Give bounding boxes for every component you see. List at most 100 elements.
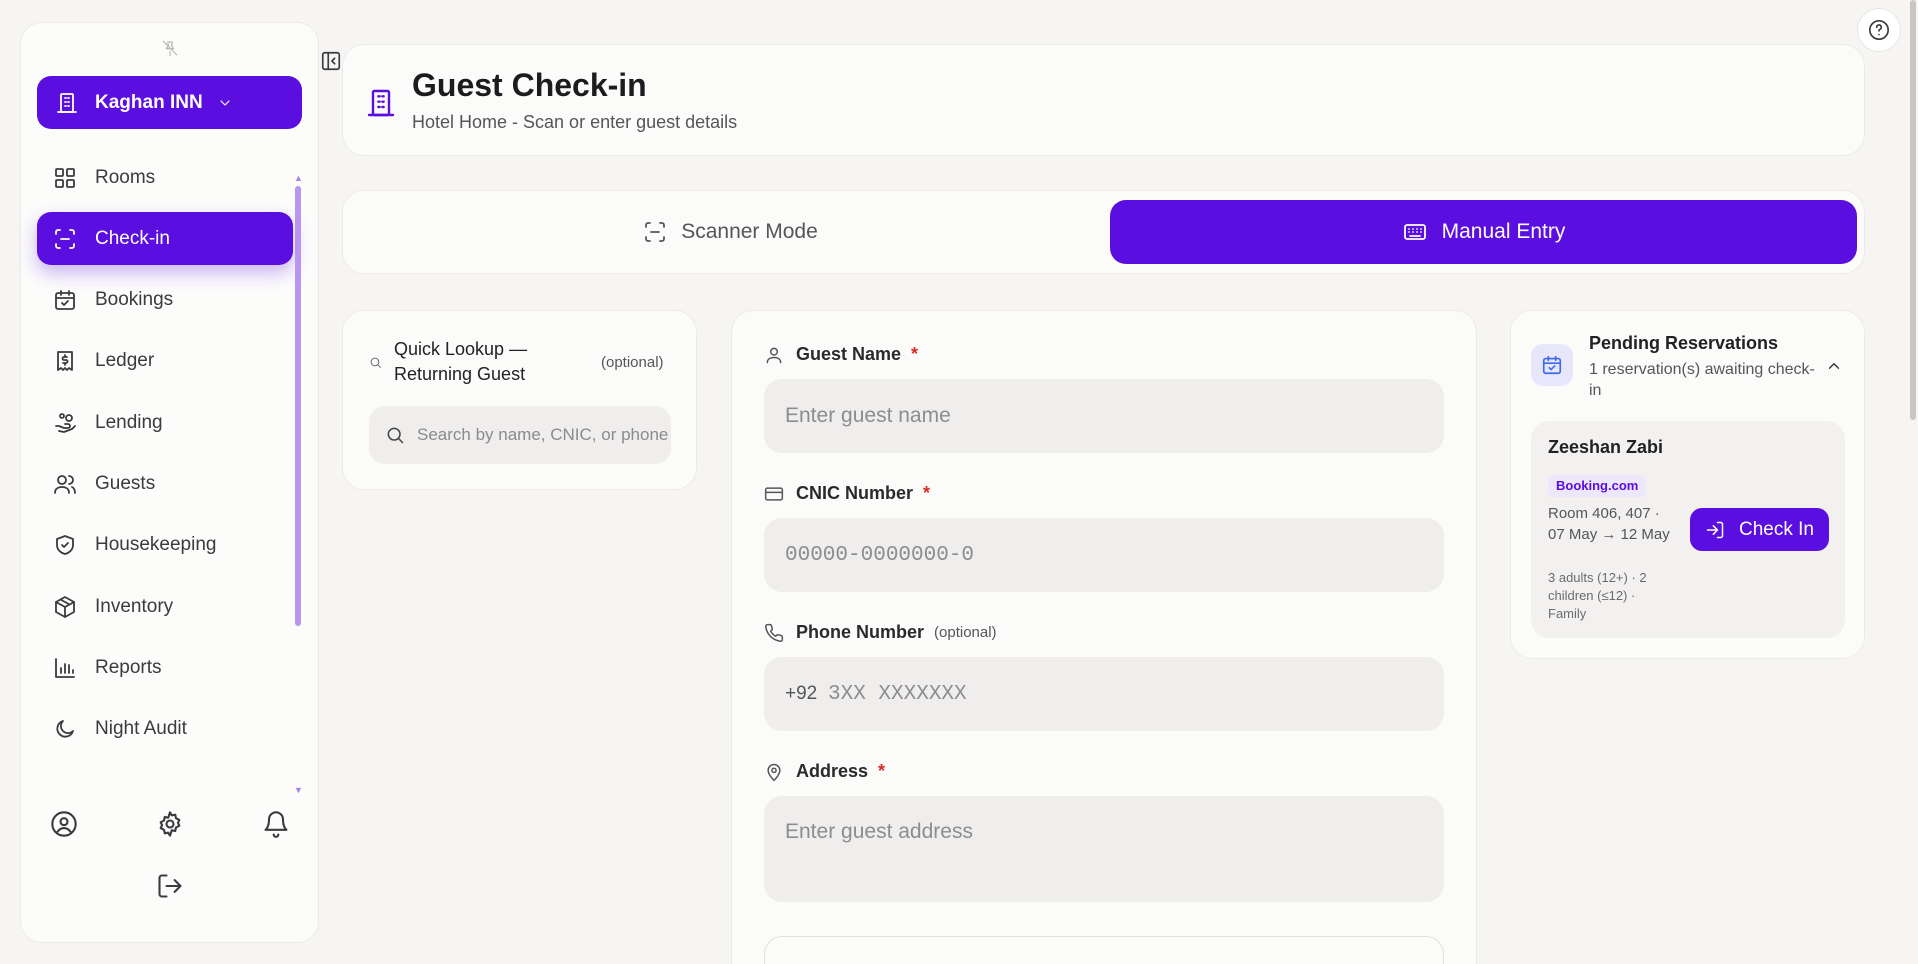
id-card-icon xyxy=(764,484,784,504)
sidebar-item-label: Guests xyxy=(95,472,156,494)
address-label: Address * xyxy=(764,761,885,782)
guest-name-label: Guest Name * xyxy=(764,344,918,365)
sidebar-item-housekeeping[interactable]: Housekeeping xyxy=(37,519,293,572)
sidebar-item-label: Inventory xyxy=(95,595,174,617)
scanner-mode-label: Scanner Mode xyxy=(681,220,818,243)
address-label-text: Address xyxy=(796,761,869,781)
sidebar-nav: Rooms Check-in Bookings Ledger Lending G… xyxy=(37,151,293,764)
phone-prefix: +92 xyxy=(785,683,818,704)
chevron-up-icon[interactable] xyxy=(1825,357,1843,375)
hotel-icon xyxy=(365,87,397,119)
sidebar-item-guests[interactable]: Guests xyxy=(37,457,293,510)
help-icon[interactable] xyxy=(1857,8,1901,52)
scroll-down-icon[interactable]: ▼ xyxy=(294,785,303,795)
unpin-icon[interactable] xyxy=(161,39,179,57)
cnic-label: CNIC Number * xyxy=(764,483,930,504)
package-icon xyxy=(53,595,77,619)
cnic-label-text: CNIC Number xyxy=(796,483,914,503)
keyboard-icon xyxy=(1402,220,1428,244)
hand-coins-icon xyxy=(53,411,77,435)
user-profile-icon[interactable] xyxy=(50,810,78,838)
page-header: Guest Check-in Hotel Home - Scan or ente… xyxy=(342,44,1865,156)
phone-input[interactable] xyxy=(764,657,1444,731)
required-marker: * xyxy=(911,344,919,364)
reservation-card: Zeeshan Zabi Booking.com Room 406, 407 ·… xyxy=(1531,421,1845,638)
reservation-guests: 3 adults (12+) · 2 children (≤12) · Fami… xyxy=(1548,570,1647,621)
sidebar-item-label: Lending xyxy=(95,411,163,433)
pending-reservations-card: Pending Reservations 1 reservation(s) aw… xyxy=(1510,310,1865,659)
sidebar-item-label: Check-in xyxy=(95,227,170,249)
hotel-name: Kaghan INN xyxy=(95,91,203,113)
manual-entry-button[interactable]: Manual Entry xyxy=(1110,200,1857,264)
bell-icon[interactable] xyxy=(262,810,290,838)
sidebar-item-label: Ledger xyxy=(95,350,155,372)
reservation-guest-name: Zeeshan Zabi xyxy=(1548,437,1664,457)
moon-icon xyxy=(53,717,77,741)
reservation-details: Room 406, 407 · 07 May → 12 May xyxy=(1548,505,1670,543)
sidebar-item-label: Reports xyxy=(95,656,162,678)
sidebar-item-ledger[interactable]: Ledger xyxy=(37,335,293,388)
check-in-button[interactable]: Check In xyxy=(1690,508,1829,551)
sidebar-item-label: Housekeeping xyxy=(95,534,217,556)
sidebar-item-lending[interactable]: Lending xyxy=(37,396,293,449)
guest-name-label-text: Guest Name xyxy=(796,344,902,364)
pending-subtitle: 1 reservation(s) awaiting check-in xyxy=(1589,361,1815,399)
scan-icon xyxy=(643,220,667,244)
search-icon xyxy=(385,425,405,445)
sidebar-item-inventory[interactable]: Inventory xyxy=(37,580,293,633)
sidebar-item-check-in[interactable]: Check-in xyxy=(37,212,293,266)
quick-lookup-optional: (optional) xyxy=(601,354,664,371)
guest-name-input[interactable] xyxy=(764,379,1444,453)
page-title: Guest Check-in xyxy=(412,67,647,103)
sidebar-item-rooms[interactable]: Rooms xyxy=(37,151,293,204)
required-marker: * xyxy=(878,761,886,781)
hotel-switcher[interactable]: Kaghan INN xyxy=(37,76,302,129)
manual-entry-label: Manual Entry xyxy=(1441,220,1566,243)
guest-form: Guest Name * CNIC Number * Phone Number … xyxy=(731,310,1477,964)
page-subtitle: Hotel Home - Scan or enter guest details xyxy=(412,112,738,132)
phone-label-text: Phone Number xyxy=(796,622,925,642)
map-pin-icon xyxy=(764,762,784,782)
receipt-icon xyxy=(53,349,77,373)
scroll-up-icon[interactable]: ▲ xyxy=(294,173,303,183)
scanner-mode-button[interactable]: Scanner Mode xyxy=(353,200,1108,264)
sidebar-scrollbar[interactable] xyxy=(295,186,301,626)
scan-icon xyxy=(53,227,77,251)
mode-toggle: Scanner Mode Manual Entry xyxy=(342,190,1865,274)
optional-marker: (optional) xyxy=(934,624,997,641)
quick-lookup-input[interactable] xyxy=(369,406,671,464)
quick-lookup-card: Quick Lookup — Returning Guest (optional… xyxy=(342,310,697,490)
login-icon xyxy=(1705,520,1725,540)
check-in-label: Check In xyxy=(1739,518,1814,540)
sidebar-item-label: Bookings xyxy=(95,289,174,311)
logout-icon[interactable] xyxy=(156,872,184,900)
calendar-check-icon xyxy=(53,288,77,312)
sidebar-item-night-audit[interactable]: Night Audit xyxy=(37,703,293,756)
pending-title: Pending Reservations xyxy=(1589,333,1779,353)
sidebar-collapse-icon[interactable] xyxy=(320,50,342,72)
gear-icon[interactable] xyxy=(156,810,184,838)
address-input[interactable] xyxy=(764,796,1444,902)
phone-icon xyxy=(764,623,784,643)
cnic-input[interactable] xyxy=(764,518,1444,592)
bar-chart-icon xyxy=(53,656,77,680)
hotel-icon xyxy=(55,91,79,115)
sidebar-item-label: Rooms xyxy=(95,166,156,188)
phone-label: Phone Number (optional) xyxy=(764,622,997,643)
sidebar-item-bookings[interactable]: Bookings xyxy=(37,274,293,327)
shield-check-icon xyxy=(53,533,77,557)
user-icon xyxy=(764,345,784,365)
quick-lookup-title: Quick Lookup — Returning Guest xyxy=(394,339,528,384)
sidebar-item-reports[interactable]: Reports xyxy=(37,641,293,694)
users-icon xyxy=(53,472,77,496)
search-icon xyxy=(369,356,382,369)
next-field-box[interactable] xyxy=(764,936,1444,964)
grid-icon xyxy=(53,166,77,190)
page-scrollbar[interactable] xyxy=(1910,0,1916,420)
reservation-source-badge: Booking.com xyxy=(1548,475,1647,497)
sidebar: Kaghan INN Rooms Check-in Bookings Ledge… xyxy=(20,22,319,943)
calendar-check-icon xyxy=(1531,344,1573,386)
sidebar-item-label: Night Audit xyxy=(95,718,187,740)
required-marker: * xyxy=(923,483,931,503)
chevron-down-icon xyxy=(217,95,233,111)
